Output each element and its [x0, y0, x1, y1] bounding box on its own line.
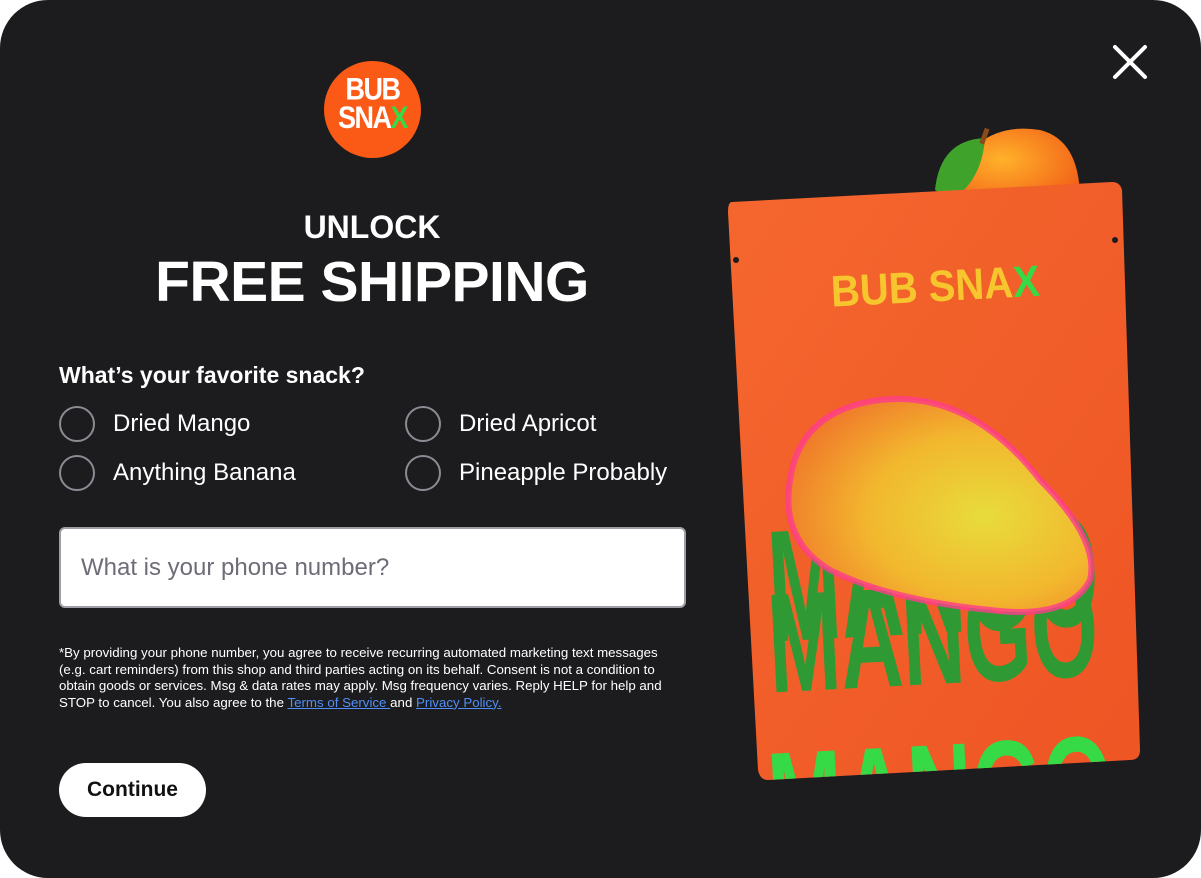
pouch-brand-accent: X — [1012, 256, 1041, 307]
headline-unlock: UNLOCK — [303, 209, 441, 245]
radio-button[interactable] — [405, 455, 441, 491]
continue-button[interactable]: Continue — [59, 763, 206, 817]
logo-line-2-main: SNA — [337, 100, 392, 136]
legal-and: and — [390, 694, 417, 710]
pouch-notch — [733, 257, 739, 263]
option-label: Dried Mango — [113, 410, 251, 437]
headline-free-shipping: FREE SHIPPING — [155, 250, 589, 314]
option-anything-banana[interactable]: Anything Banana — [59, 453, 296, 493]
logo-text: BUB SNAX — [324, 74, 421, 136]
brand-logo: BUB SNAX — [324, 61, 421, 158]
option-dried-mango[interactable]: Dried Mango — [59, 404, 250, 444]
phone-number-input[interactable] — [59, 527, 686, 608]
close-icon — [1113, 45, 1147, 79]
terms-of-service-link[interactable]: Terms of Service — [287, 695, 390, 710]
pouch-brand-main: BUB SNA — [830, 257, 1014, 316]
pouch-notch — [1112, 237, 1118, 243]
option-label: Pineapple Probably — [459, 459, 668, 486]
close-button[interactable] — [1106, 38, 1154, 86]
option-label: Anything Banana — [113, 459, 296, 486]
privacy-policy-link[interactable]: Privacy Policy. — [416, 695, 501, 710]
radio-button[interactable] — [59, 406, 95, 442]
snack-question: What’s your favorite snack? — [59, 362, 365, 388]
option-dried-apricot[interactable]: Dried Apricot — [405, 404, 596, 444]
option-label: Dried Apricot — [459, 410, 597, 437]
radio-button[interactable] — [59, 455, 95, 491]
option-pineapple-probably[interactable]: Pineapple Probably — [405, 453, 667, 493]
signup-modal: BUB SNAX UNLOCK FREE SHIPPING What’s you… — [0, 0, 1201, 878]
logo-line-2: SNAX — [324, 100, 421, 136]
radio-button[interactable] — [405, 406, 441, 442]
logo-line-2-accent: X — [390, 100, 409, 136]
legal-disclaimer: *By providing your phone number, you agr… — [59, 645, 679, 711]
product-pouch-image: BUB SNAX MANGO MANGO MANGO — [728, 127, 1140, 780]
